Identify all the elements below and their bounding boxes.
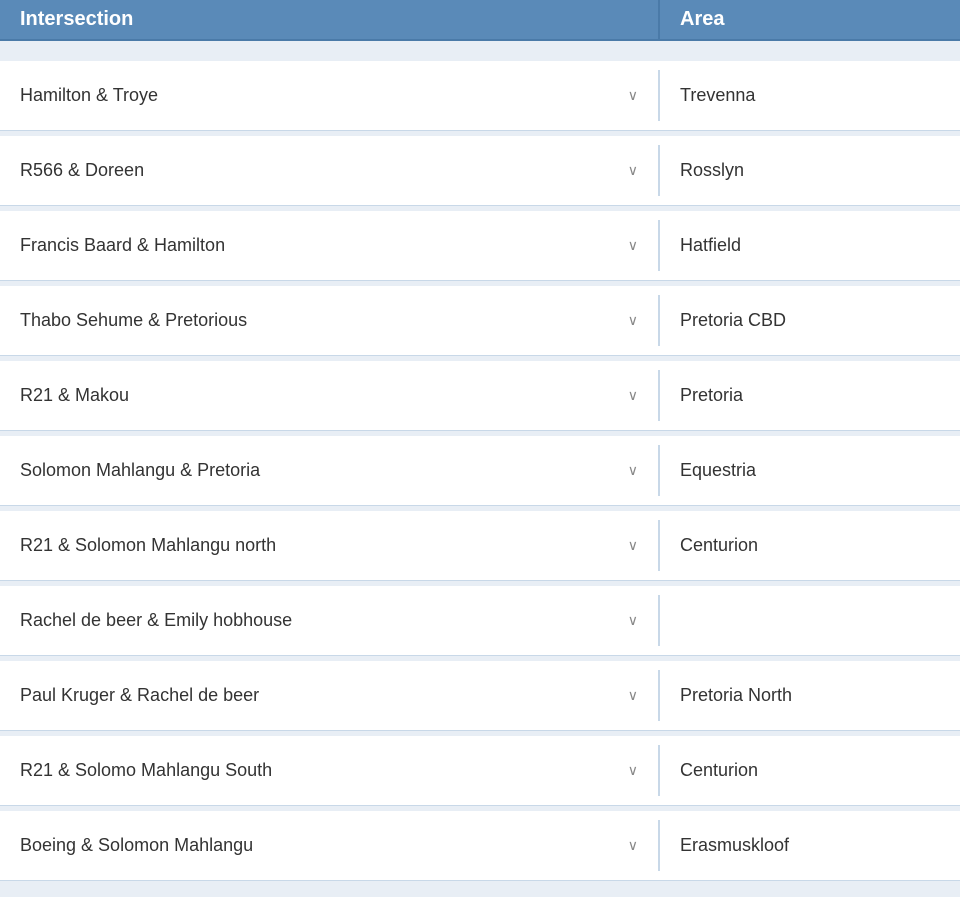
area-cell: Erasmuskloof bbox=[660, 820, 960, 871]
area-text: Erasmuskloof bbox=[680, 835, 789, 855]
area-cell: Pretoria North bbox=[660, 670, 960, 721]
chevron-down-icon[interactable]: ∨ bbox=[628, 462, 638, 479]
table-row: Hamilton & Troye ∨ Trevenna bbox=[0, 61, 960, 131]
area-text: Rosslyn bbox=[680, 160, 744, 180]
intersection-text: Boeing & Solomon Mahlangu bbox=[20, 835, 253, 856]
area-cell: Centurion bbox=[660, 745, 960, 796]
intersection-cell: Thabo Sehume & Pretorious ∨ bbox=[0, 295, 660, 346]
chevron-down-icon[interactable]: ∨ bbox=[628, 387, 638, 404]
chevron-down-icon[interactable]: ∨ bbox=[628, 312, 638, 329]
chevron-down-icon[interactable]: ∨ bbox=[628, 237, 638, 254]
table-row: Boeing & Solomon Mahlangu ∨ Erasmuskloof bbox=[0, 811, 960, 881]
intersection-cell: Paul Kruger & Rachel de beer ∨ bbox=[0, 670, 660, 721]
area-cell bbox=[660, 606, 960, 636]
area-cell: Centurion bbox=[660, 520, 960, 571]
intersection-cell: Rachel de beer & Emily hobhouse ∨ bbox=[0, 595, 660, 646]
area-cell: Pretoria CBD bbox=[660, 295, 960, 346]
area-header-label: Area bbox=[680, 8, 724, 30]
area-text: Trevenna bbox=[680, 85, 755, 105]
intersection-text: Rachel de beer & Emily hobhouse bbox=[20, 610, 292, 631]
table-header: Intersection Area bbox=[0, 0, 960, 41]
area-text: Centurion bbox=[680, 760, 758, 780]
intersection-text: R21 & Solomo Mahlangu South bbox=[20, 760, 272, 781]
chevron-down-icon[interactable]: ∨ bbox=[628, 162, 638, 179]
area-cell: Trevenna bbox=[660, 70, 960, 121]
table-row: Solomon Mahlangu & Pretoria ∨ Equestria bbox=[0, 436, 960, 506]
area-cell: Pretoria bbox=[660, 370, 960, 421]
intersection-text: Solomon Mahlangu & Pretoria bbox=[20, 460, 260, 481]
intersection-text: Thabo Sehume & Pretorious bbox=[20, 310, 247, 331]
intersection-cell: R21 & Solomo Mahlangu South ∨ bbox=[0, 745, 660, 796]
intersection-cell: Boeing & Solomon Mahlangu ∨ bbox=[0, 820, 660, 871]
table-row: Francis Baard & Hamilton ∨ Hatfield bbox=[0, 211, 960, 281]
intersection-text: R566 & Doreen bbox=[20, 160, 144, 181]
header-spacer bbox=[0, 41, 960, 61]
chevron-down-icon[interactable]: ∨ bbox=[628, 837, 638, 854]
area-text: Centurion bbox=[680, 535, 758, 555]
table-row: R21 & Solomo Mahlangu South ∨ Centurion bbox=[0, 736, 960, 806]
area-text: Pretoria North bbox=[680, 685, 792, 705]
chevron-down-icon[interactable]: ∨ bbox=[628, 762, 638, 779]
area-column-header: Area bbox=[660, 0, 960, 39]
intersection-text: R21 & Solomon Mahlangu north bbox=[20, 535, 276, 556]
table-row: Rachel de beer & Emily hobhouse ∨ bbox=[0, 586, 960, 656]
intersection-column-header: Intersection bbox=[0, 0, 660, 39]
intersection-cell: R21 & Solomon Mahlangu north ∨ bbox=[0, 520, 660, 571]
intersection-table: Intersection Area Hamilton & Troye ∨ Tre… bbox=[0, 0, 960, 881]
intersection-cell: Solomon Mahlangu & Pretoria ∨ bbox=[0, 445, 660, 496]
area-text: Hatfield bbox=[680, 235, 741, 255]
intersection-text: Francis Baard & Hamilton bbox=[20, 235, 225, 256]
area-cell: Hatfield bbox=[660, 220, 960, 271]
intersection-header-label: Intersection bbox=[20, 8, 133, 30]
area-text: Pretoria bbox=[680, 385, 743, 405]
intersection-text: Hamilton & Troye bbox=[20, 85, 158, 106]
chevron-down-icon[interactable]: ∨ bbox=[628, 687, 638, 704]
intersection-cell: Hamilton & Troye ∨ bbox=[0, 70, 660, 121]
chevron-down-icon[interactable]: ∨ bbox=[628, 87, 638, 104]
table-row: Paul Kruger & Rachel de beer ∨ Pretoria … bbox=[0, 661, 960, 731]
table-row: R566 & Doreen ∨ Rosslyn bbox=[0, 136, 960, 206]
intersection-cell: R566 & Doreen ∨ bbox=[0, 145, 660, 196]
area-text: Equestria bbox=[680, 460, 756, 480]
intersection-text: R21 & Makou bbox=[20, 385, 129, 406]
table-row: R21 & Makou ∨ Pretoria bbox=[0, 361, 960, 431]
chevron-down-icon[interactable]: ∨ bbox=[628, 537, 638, 554]
table-body: Hamilton & Troye ∨ Trevenna R566 & Doree… bbox=[0, 61, 960, 881]
area-cell: Rosslyn bbox=[660, 145, 960, 196]
intersection-text: Paul Kruger & Rachel de beer bbox=[20, 685, 259, 706]
chevron-down-icon[interactable]: ∨ bbox=[628, 612, 638, 629]
intersection-cell: Francis Baard & Hamilton ∨ bbox=[0, 220, 660, 271]
area-cell: Equestria bbox=[660, 445, 960, 496]
area-text: Pretoria CBD bbox=[680, 310, 786, 330]
intersection-cell: R21 & Makou ∨ bbox=[0, 370, 660, 421]
table-row: Thabo Sehume & Pretorious ∨ Pretoria CBD bbox=[0, 286, 960, 356]
table-row: R21 & Solomon Mahlangu north ∨ Centurion bbox=[0, 511, 960, 581]
